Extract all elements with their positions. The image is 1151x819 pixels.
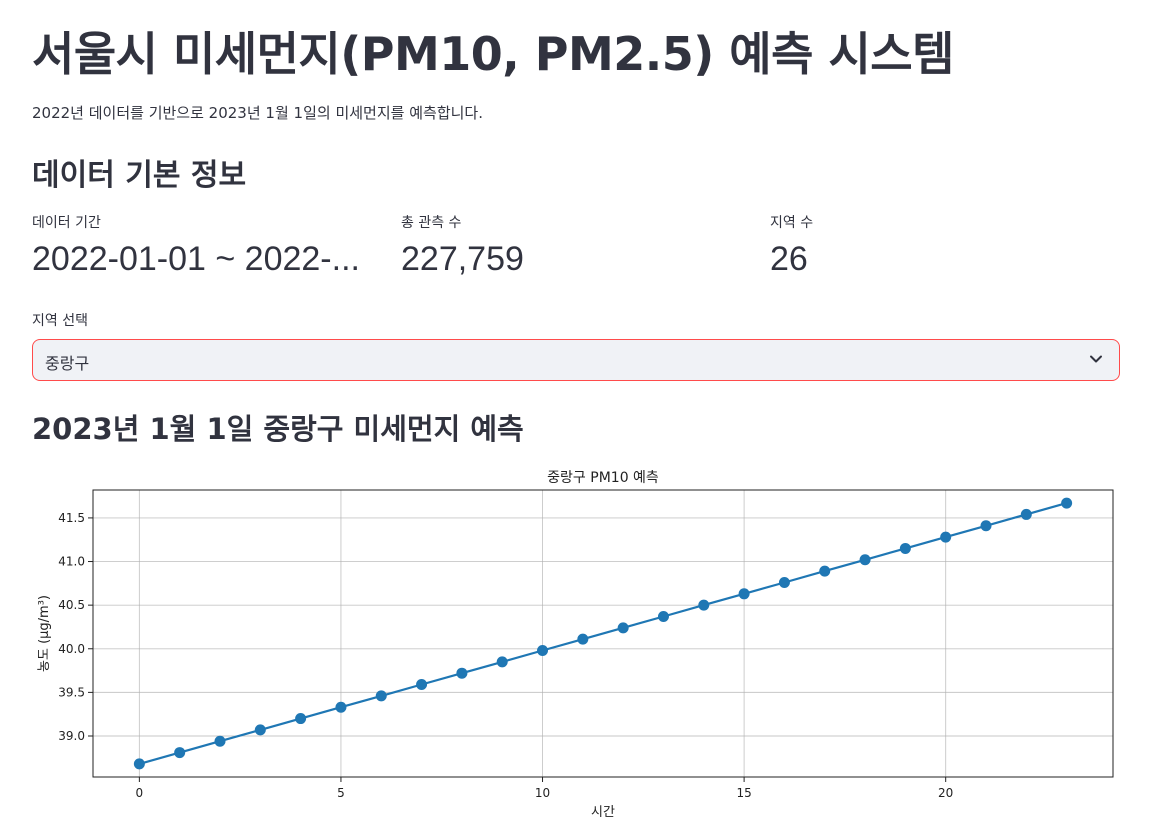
metric-total-observations: 총 관측 수 227,759 (401, 212, 751, 279)
metric-data-period: 데이터 기간 2022-01-01 ~ 2022-... (32, 212, 382, 279)
metric-value: 26 (770, 240, 808, 278)
data-point (738, 588, 750, 600)
x-tick-label: 15 (736, 786, 751, 800)
basic-info-heading: 데이터 기본 정보 (32, 158, 247, 193)
x-tick-label: 20 (938, 786, 953, 800)
data-point (174, 747, 186, 759)
x-tick-label: 5 (337, 786, 345, 800)
data-point (1020, 508, 1032, 520)
data-point (375, 690, 387, 702)
data-point (254, 724, 266, 736)
data-point (819, 565, 831, 577)
page-title: 서울시 미세먼지(PM10, PM2.5) 예측 시스템 (32, 27, 954, 81)
data-point (778, 576, 790, 588)
metric-value: 2022-01-01 ~ 2022-... (32, 240, 360, 278)
region-select-label: 지역 선택 (32, 313, 88, 329)
data-point (537, 645, 549, 657)
y-tick-label: 41.0 (58, 555, 85, 569)
metric-label: 지역 수 (770, 215, 814, 231)
data-point (698, 599, 710, 611)
data-point (577, 633, 589, 645)
data-point (133, 758, 145, 770)
app-page: 서울시 미세먼지(PM10, PM2.5) 예측 시스템 2022년 데이터를 … (0, 0, 1151, 819)
chart-title: 중랑구 PM10 예측 (547, 470, 659, 486)
x-axis-label: 시간 (591, 805, 615, 819)
y-tick-label: 41.5 (58, 511, 85, 525)
metric-label: 총 관측 수 (401, 215, 462, 231)
metric-region-count: 지역 수 26 (770, 212, 1120, 279)
pm10-forecast-chart: 중랑구 PM10 예측 0 5 10 15 20 39.0 39.5 40.0 40.5 41.0 4… (32, 458, 1132, 819)
data-point (295, 713, 307, 725)
x-tick-label: 0 (136, 786, 144, 800)
data-point (899, 542, 911, 554)
y-tick-label: 40.0 (58, 642, 85, 656)
metric-label: 데이터 기간 (32, 215, 101, 231)
data-point (214, 735, 226, 747)
data-point (456, 667, 468, 679)
page-description: 2022년 데이터를 기반으로 2023년 1월 1일의 미세먼지를 예측합니다… (32, 104, 483, 122)
chevron-down-icon (1090, 355, 1102, 363)
region-select-value: 중랑구 (45, 354, 90, 373)
y-axis-label: 농도 (μg/m³) (37, 595, 52, 672)
data-point (617, 622, 629, 634)
y-tick-label: 39.0 (58, 729, 85, 743)
data-point (335, 701, 347, 713)
forecast-heading: 2023년 1월 1일 중랑구 미세먼지 예측 (32, 412, 524, 446)
data-point (657, 610, 669, 622)
metric-value: 227,759 (401, 240, 524, 278)
x-tick-label: 10 (535, 786, 550, 800)
chart-svg: 중랑구 PM10 예측 0 5 10 15 20 39.0 39.5 40.0 40.5 41.0 4… (37, 470, 1114, 819)
data-point (980, 520, 992, 532)
data-point (859, 554, 871, 566)
data-point (416, 679, 428, 691)
data-point (940, 531, 952, 543)
pm10-series-line (139, 502, 1067, 765)
y-tick-label: 39.5 (58, 685, 85, 699)
data-point (496, 656, 508, 668)
region-select[interactable]: 중랑구 (32, 339, 1120, 381)
y-tick-label: 40.5 (58, 598, 85, 612)
data-point (1061, 497, 1073, 509)
